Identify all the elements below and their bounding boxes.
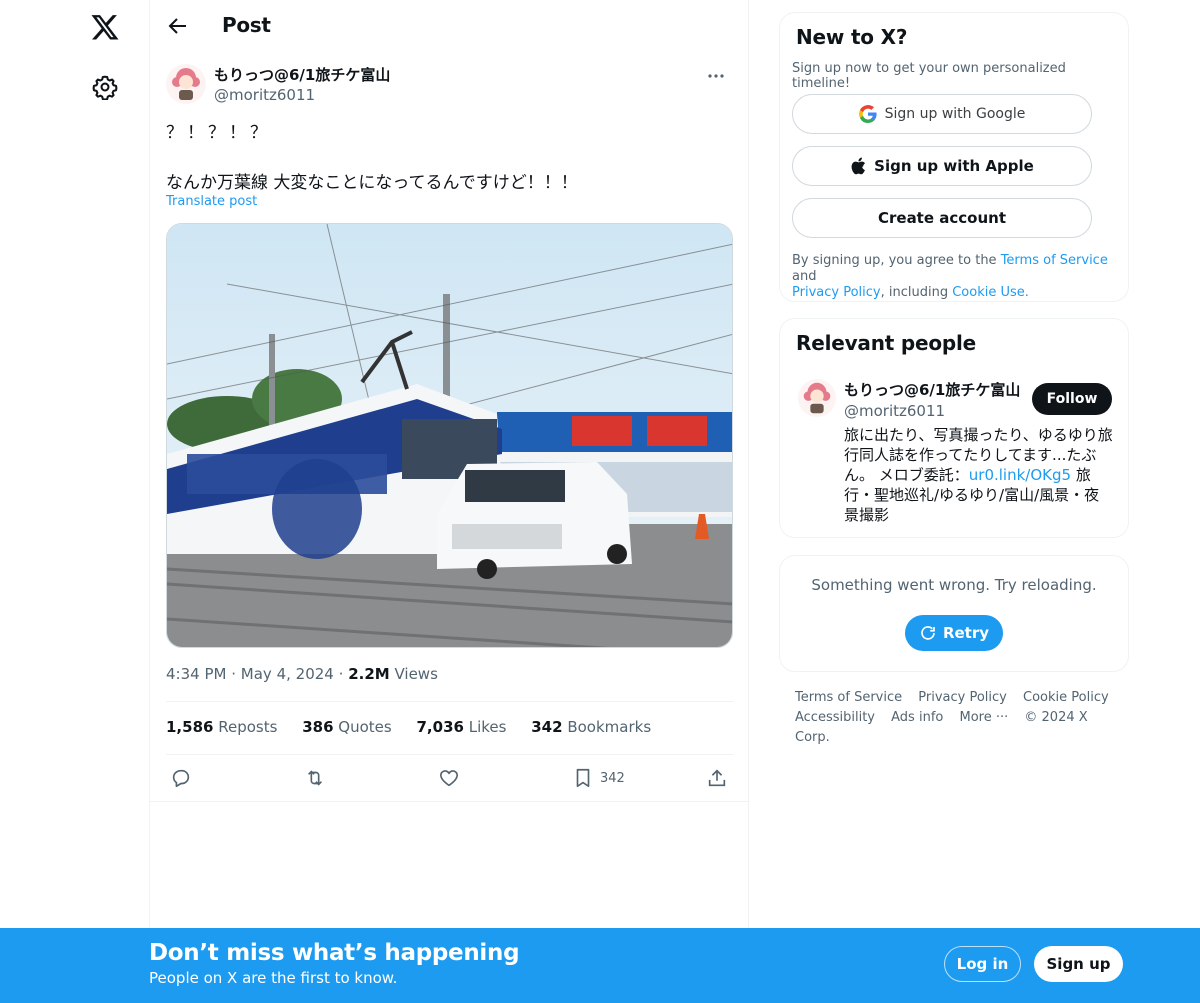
retry-button[interactable]: Retry	[905, 615, 1003, 651]
post-header: Post	[150, 0, 748, 54]
post-text-line-1: ？！？！？	[166, 123, 271, 143]
quotes-stat[interactable]: 386 Quotes	[302, 718, 392, 736]
repost-icon	[307, 770, 323, 786]
login-button[interactable]: Log in	[944, 946, 1021, 982]
post-time[interactable]: 4:34 PM	[166, 665, 226, 683]
author-name[interactable]: もりっつ@6/1旅チケ富山	[214, 64, 390, 85]
relevant-people-title: Relevant people	[796, 331, 977, 355]
person-bio: 旅に出たり、写真撮ったり、ゆるゆり旅行同人誌を作ってたりしてます...たぶん。 …	[844, 426, 1113, 524]
left-nav	[0, 0, 150, 1003]
post-author: もりっつ@6/1旅チケ富山 @moritz6011	[166, 62, 734, 110]
person-handle[interactable]: @moritz6011	[844, 402, 945, 420]
x-logo-icon[interactable]	[90, 12, 120, 42]
bio-link[interactable]: ur0.link/OKg5	[969, 466, 1071, 484]
back-arrow-icon[interactable]	[166, 14, 190, 38]
footer-ads-link[interactable]: Ads info	[891, 710, 943, 725]
signup-button[interactable]: Sign up	[1034, 946, 1123, 982]
privacy-link[interactable]: Privacy Policy	[792, 285, 881, 300]
signup-legal-text: By signing up, you agree to the Terms of…	[792, 253, 1108, 300]
likes-stat[interactable]: 7,036 Likes	[417, 718, 507, 736]
share-button[interactable]	[706, 764, 728, 792]
footer-cookie-link[interactable]: Cookie Policy	[1023, 690, 1109, 705]
author-handle[interactable]: @moritz6011	[214, 86, 315, 104]
google-icon	[858, 105, 877, 123]
reposts-stat[interactable]: 1,586 Reposts	[166, 718, 277, 736]
avatar[interactable]	[166, 64, 206, 104]
footer-privacy-link[interactable]: Privacy Policy	[918, 690, 1007, 705]
footer-terms-link[interactable]: Terms of Service	[795, 690, 902, 705]
banner-subtitle: People on X are the first to know.	[149, 969, 398, 987]
cookie-link[interactable]: Cookie Use.	[952, 285, 1029, 300]
main-column: Post もりっつ@6/1旅チケ富山 @moritz6011 ？！？！？ なんか…	[149, 0, 749, 1003]
post-meta: 4:34 PM · May 4, 2024 · 2.2M Views	[166, 665, 438, 683]
heart-icon	[439, 770, 459, 787]
more-options-icon[interactable]	[706, 66, 726, 86]
signup-apple-label: Sign up with Apple	[874, 157, 1034, 175]
relevant-people-card: Relevant people もりっつ@6/1旅チケ富山 @moritz601…	[779, 318, 1129, 538]
sidebar-footer: Terms of Service Privacy Policy Cookie P…	[795, 688, 1135, 748]
apple-icon	[851, 157, 866, 175]
bookmark-icon	[576, 768, 590, 788]
banner-title: Don’t miss what’s happening	[149, 940, 520, 966]
translate-post-link[interactable]: Translate post	[166, 194, 257, 209]
signup-apple-button[interactable]: Sign up with Apple	[792, 146, 1092, 186]
person-name[interactable]: もりっつ@6/1旅チケ富山	[844, 379, 1020, 400]
post-stats: 1,586 Reposts 386 Quotes 7,036 Likes 342…	[166, 718, 671, 736]
page-title: Post	[222, 13, 271, 37]
views-count: 2.2M	[348, 665, 390, 683]
post-text-line-2: なんか万葉線 大変なことになってるんですけど！！！	[166, 173, 578, 193]
signup-card-title: New to X?	[796, 25, 908, 49]
gear-icon[interactable]	[92, 74, 118, 100]
signup-card-subtitle: Sign up now to get your own personalized…	[792, 61, 1066, 91]
footer-more-link[interactable]: More ···	[959, 710, 1008, 725]
share-icon	[708, 769, 726, 787]
views-label: Views	[394, 665, 438, 683]
create-account-button[interactable]: Create account	[792, 198, 1092, 238]
footer-accessibility-link[interactable]: Accessibility	[795, 710, 875, 725]
like-button[interactable]	[438, 764, 460, 792]
follow-button[interactable]: Follow	[1032, 383, 1112, 415]
reply-button[interactable]	[170, 764, 192, 792]
terms-link[interactable]: Terms of Service	[1001, 253, 1108, 268]
repost-button[interactable]	[304, 764, 326, 792]
post-image[interactable]	[166, 223, 733, 648]
refresh-icon	[921, 626, 935, 640]
signup-google-label: Sign up with Google	[884, 106, 1026, 122]
reply-icon	[172, 769, 190, 788]
signup-banner: Don’t miss what’s happening People on X …	[0, 928, 1200, 1003]
error-message: Something went wrong. Try reloading.	[811, 576, 1097, 594]
avatar[interactable]	[798, 379, 836, 417]
bookmark-count: 342	[600, 770, 625, 786]
error-card: Something went wrong. Try reloading. Ret…	[779, 555, 1129, 672]
divider	[166, 701, 733, 702]
bookmarks-stat[interactable]: 342 Bookmarks	[531, 718, 651, 736]
signup-google-button[interactable]: Sign up with Google	[792, 94, 1092, 134]
signup-card: New to X? Sign up now to get your own pe…	[779, 12, 1129, 302]
post-date[interactable]: May 4, 2024	[241, 665, 334, 683]
bookmark-button[interactable]: 342	[572, 764, 625, 792]
divider	[150, 801, 748, 802]
post-actions: 342	[166, 764, 733, 792]
divider	[166, 754, 733, 755]
